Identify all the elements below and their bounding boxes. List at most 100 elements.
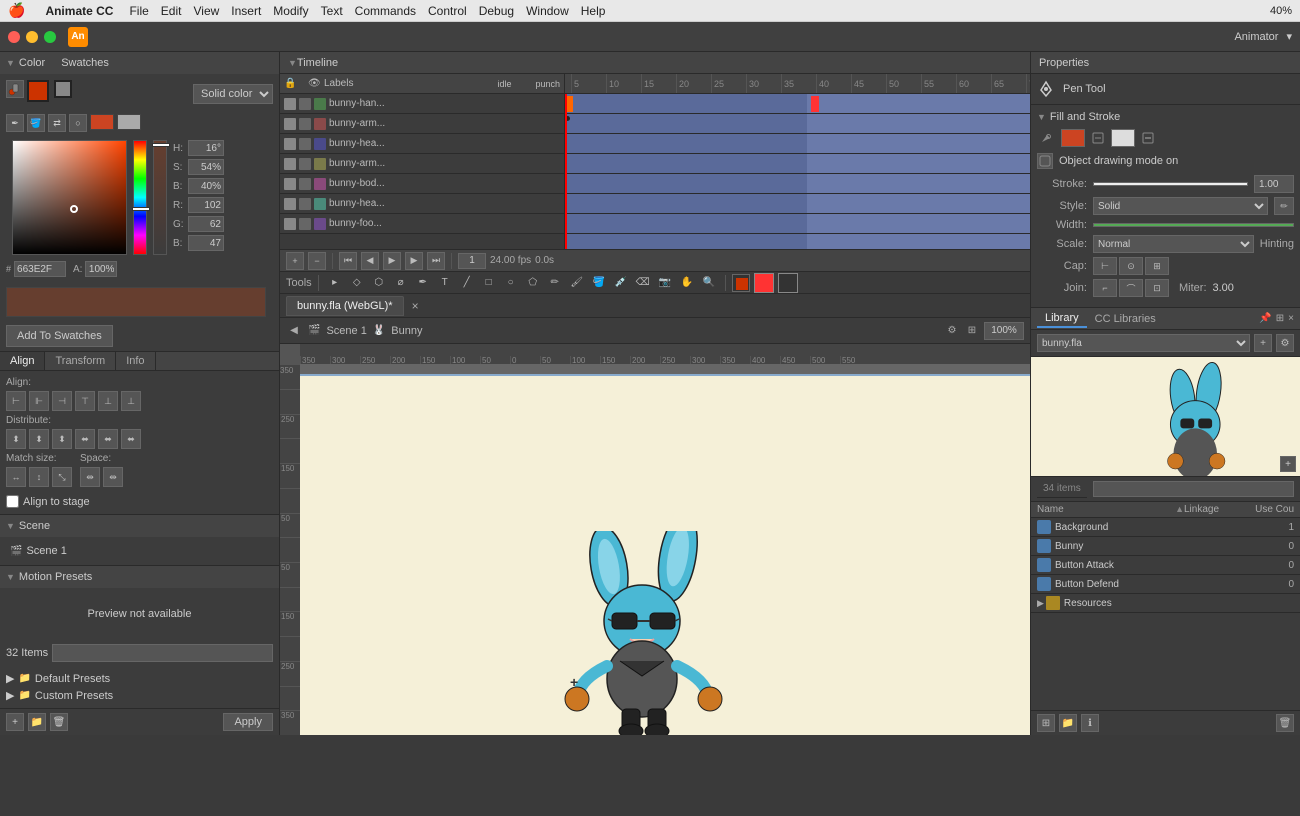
color-type-select[interactable]: Solid color [193,84,273,104]
b2-input[interactable] [188,235,224,251]
align-center-h-btn[interactable]: ⊩ [29,391,49,411]
layer-outline-1[interactable] [314,98,326,110]
library-settings-btn[interactable]: ⚙ [1276,334,1294,352]
menu-control[interactable]: Control [428,4,467,18]
lib-delete-btn[interactable]: 🗑 [1276,714,1294,732]
library-new-btn[interactable]: + [1254,334,1272,352]
stroke-options-icon[interactable] [1141,131,1155,145]
stage-canvas[interactable]: + [300,374,1030,735]
layer-lock-7[interactable] [299,218,311,230]
join-miter-btn[interactable]: ⌐ [1093,279,1117,297]
stage-back-btn[interactable]: ◀ [286,323,302,339]
style-select[interactable]: Solid [1093,197,1268,215]
h-input[interactable] [188,140,224,156]
dist-right-btn[interactable]: ⬍ [52,429,72,449]
last-frame-btn[interactable]: ⏭ [427,252,445,270]
library-close-btn[interactable]: × [1288,313,1294,324]
bucket-btn[interactable]: 🪣 [27,114,45,132]
layer-outline-2[interactable] [314,118,326,130]
menu-insert[interactable]: Insert [231,4,261,18]
tab-transform[interactable]: Transform [45,352,116,370]
alpha-bar[interactable] [153,140,167,255]
layer-lock-6[interactable] [299,198,311,210]
line-tool[interactable]: ╱ [457,273,477,293]
motion-panel-header[interactable]: ▼ Motion Presets [0,566,279,588]
tab-library[interactable]: Library [1037,310,1087,328]
paint-bucket-tool[interactable]: 🪣 [589,273,609,293]
pencil-tool[interactable]: ✏ [545,273,565,293]
library-search-input[interactable] [1093,481,1294,497]
reset-btn[interactable]: ○ [69,114,87,132]
stroke-slider[interactable] [1093,182,1248,186]
scene-panel-header[interactable]: ▼ Scene [0,515,279,537]
layer-vis-3[interactable] [284,138,296,150]
play-btn[interactable]: ▶ [383,252,401,270]
close-button[interactable] [8,31,20,43]
s-input[interactable] [188,159,224,175]
fill-color-swatch[interactable] [27,80,49,102]
custom-presets-item[interactable]: ▶ 📁 Custom Presets [6,687,273,704]
layer-outline-4[interactable] [314,158,326,170]
hand-tool[interactable]: ✋ [677,273,697,293]
width-slider[interactable] [1093,223,1294,227]
dist-bottom-btn[interactable]: ⬌ [121,429,141,449]
dist-left-btn[interactable]: ⬍ [6,429,26,449]
tools-stroke-swatch[interactable] [732,274,750,292]
rect-tool[interactable]: □ [479,273,499,293]
style-edit-btn[interactable]: ✏ [1274,197,1294,215]
fill-stroke-eyedrop[interactable] [1037,129,1055,147]
apple-menu[interactable]: 🍎 [8,2,25,19]
library-pin-btn[interactable]: 📌 [1259,313,1271,324]
scene-item-1[interactable]: 🎬 Scene 1 [6,543,273,559]
dist-center-v-btn[interactable]: ⬌ [98,429,118,449]
layer-lock-1[interactable] [299,98,311,110]
fill-preview[interactable] [90,114,114,130]
motion-add-btn[interactable]: + [6,713,24,731]
library-file-select[interactable]: bunny.fla [1037,334,1250,352]
layer-vis-1[interactable] [284,98,296,110]
object-drawing-icon[interactable] [1037,153,1053,169]
align-center-v-btn[interactable]: ⊥ [98,391,118,411]
stroke-value-input[interactable] [1254,175,1294,193]
stage-viewport[interactable]: + [300,364,1030,735]
pen-tool[interactable]: ✒ [413,273,433,293]
brush-tool[interactable]: 🖌 [567,273,587,293]
library-expand-btn[interactable]: ⊞ [1276,313,1284,324]
poly-tool[interactable]: ⬠ [523,273,543,293]
cap-none-btn[interactable]: ⊢ [1093,257,1117,275]
tab-cc-libraries[interactable]: CC Libraries [1087,311,1164,327]
tab-info[interactable]: Info [116,352,155,370]
frame-number-input[interactable] [458,253,486,269]
stroke-color-prop[interactable] [1111,129,1135,147]
transform-tool[interactable]: ⬡ [369,273,389,293]
library-item-button-defend[interactable]: Button Defend 0 [1031,575,1300,594]
align-bottom-btn[interactable]: ⊥ [121,391,141,411]
match-both-btn[interactable]: ⤡ [52,467,72,487]
stage-fit-btn[interactable]: ⊞ [964,323,980,339]
swap-btn[interactable]: ⇄ [48,114,66,132]
space-v-btn[interactable]: ⇹ [103,467,123,487]
menu-file[interactable]: File [129,4,148,18]
lib-new-folder-btn[interactable]: 📁 [1059,714,1077,732]
library-item-button-attack[interactable]: Button Attack 0 [1031,556,1300,575]
match-height-btn[interactable]: ↕ [29,467,49,487]
stroke-fill-toggle[interactable] [6,80,24,98]
menu-view[interactable]: View [193,4,219,18]
zoom-tool[interactable]: 🔍 [699,273,719,293]
space-h-btn[interactable]: ⇹ [80,467,100,487]
motion-search-input[interactable] [52,644,273,662]
eraser-tool[interactable]: ⌫ [633,273,653,293]
library-item-resources[interactable]: ▶ Resources [1031,594,1300,613]
layer-outline-3[interactable] [314,138,326,150]
menu-window[interactable]: Window [526,4,569,18]
layer-vis-5[interactable] [284,178,296,190]
menu-debug[interactable]: Debug [479,4,514,18]
fill-stroke-header[interactable]: ▼ Fill and Stroke [1037,111,1294,123]
default-presets-item[interactable]: ▶ 📁 Default Presets [6,670,273,687]
lasso-tool[interactable]: ⌀ [391,273,411,293]
match-width-btn[interactable]: ↔ [6,467,26,487]
hex-input[interactable] [14,261,66,277]
menu-help[interactable]: Help [581,4,606,18]
layer-lock-3[interactable] [299,138,311,150]
minimize-button[interactable] [26,31,38,43]
